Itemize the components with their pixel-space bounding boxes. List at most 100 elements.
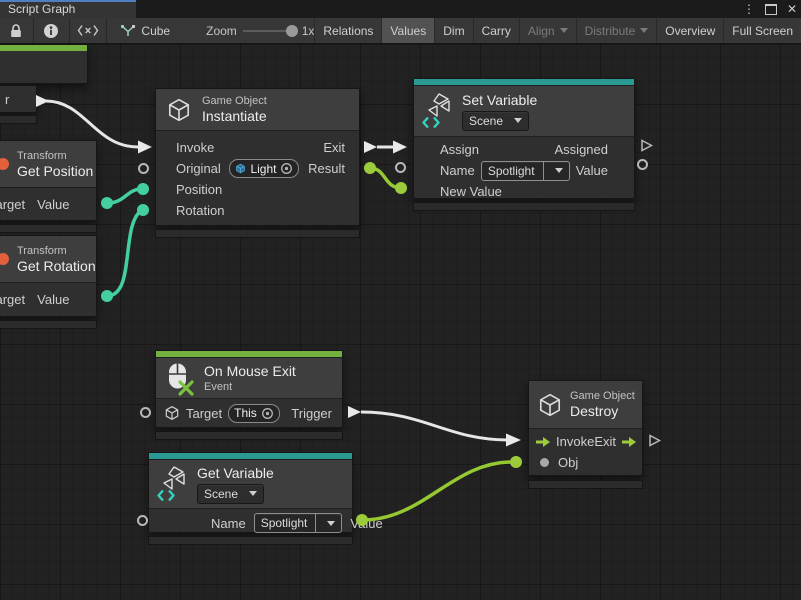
- get-rotation-node[interactable]: Transform Get Rotation Target Value: [0, 235, 97, 317]
- scope-value: Scene: [469, 114, 503, 128]
- get-position-value-port[interactable]: [101, 197, 113, 209]
- window-maximize-icon[interactable]: [765, 4, 777, 15]
- instantiate-node-footer: [155, 229, 360, 238]
- rotation-label: Rotation: [176, 203, 224, 218]
- lock-button[interactable]: [0, 18, 33, 43]
- get-variable-value-port[interactable]: [356, 514, 368, 526]
- code-brackets-icon: [77, 24, 99, 37]
- instantiate-original-port[interactable]: [138, 163, 149, 174]
- target-object-name: This: [234, 406, 257, 420]
- graph-toolbar: Cube Zoom 1x Relations Values Dim Carry …: [0, 18, 801, 44]
- chevron-down-icon: [514, 118, 522, 123]
- new-value-label: New Value: [440, 184, 502, 199]
- exit-label: Exit: [594, 434, 616, 449]
- instantiate-position-port[interactable]: [137, 183, 149, 195]
- overview-button[interactable]: Overview: [656, 18, 723, 43]
- cube-icon: [537, 392, 563, 418]
- get-variable-node[interactable]: Get Variable Scene Name Spotlight Value: [148, 452, 353, 533]
- get-variable-name-port[interactable]: [137, 515, 148, 526]
- original-object-field[interactable]: Light: [229, 159, 299, 178]
- chevron-down-icon: [249, 491, 257, 496]
- destroy-exit-port[interactable]: [647, 433, 662, 448]
- carry-button[interactable]: Carry: [473, 18, 519, 43]
- set-variable-value-port[interactable]: [637, 159, 648, 170]
- on-mouse-exit-node-footer: [155, 431, 343, 440]
- distribute-button[interactable]: Distribute: [576, 18, 657, 43]
- cube-icon: [164, 405, 180, 421]
- info-button[interactable]: [33, 18, 68, 43]
- lock-icon: [9, 23, 23, 39]
- destroy-node-footer: [528, 480, 643, 489]
- get-position-node[interactable]: Transform Get Position Target Value: [0, 140, 97, 221]
- window-close-icon[interactable]: ✕: [787, 0, 797, 18]
- scope-value: Scene: [204, 487, 238, 501]
- get-rotation-value-port[interactable]: [101, 290, 113, 302]
- name-label: Name: [440, 163, 475, 178]
- on-mouse-exit-target-port[interactable]: [140, 407, 151, 418]
- graph-breadcrumb[interactable]: Cube: [106, 18, 178, 43]
- trigger-label: Trigger: [291, 406, 332, 421]
- instantiate-exit-port[interactable]: [364, 141, 377, 153]
- instantiate-rotation-port[interactable]: [137, 204, 149, 216]
- variable-name-value: Spotlight: [261, 516, 308, 530]
- mouse-event-icon: [164, 360, 200, 396]
- obj-label: Obj: [558, 455, 578, 470]
- target-label: Target: [0, 292, 25, 307]
- set-variable-assigned-port[interactable]: [639, 138, 654, 153]
- set-variable-node[interactable]: Set Variable Scene Assign Assigned Name …: [413, 78, 635, 199]
- target-object-field[interactable]: This: [228, 404, 280, 423]
- variable-name-value: Spotlight: [488, 164, 535, 178]
- align-button[interactable]: Align: [519, 18, 576, 43]
- target-label: Target: [186, 406, 222, 421]
- zoom-slider-handle[interactable]: [286, 25, 298, 37]
- graph-canvas[interactable]: r Transform Get Position Target Value: [0, 44, 801, 600]
- exit-label: Exit: [323, 140, 345, 155]
- position-label: Position: [176, 182, 222, 197]
- window-menu-icon[interactable]: ⋮: [743, 0, 755, 18]
- cube-icon: [166, 97, 192, 123]
- variable-scope-dropdown[interactable]: Scene: [462, 111, 529, 131]
- node-category: Game Object: [570, 389, 635, 403]
- relations-button[interactable]: Relations: [314, 18, 381, 43]
- object-picker-icon[interactable]: [261, 407, 274, 420]
- partial-event-node-header[interactable]: [0, 44, 88, 84]
- zoom-slider[interactable]: [243, 30, 296, 32]
- assigned-label: Assigned: [555, 142, 608, 157]
- value-label: Value: [37, 197, 69, 212]
- invoke-label: Invoke: [556, 434, 594, 449]
- node-category: Transform: [17, 244, 96, 258]
- obj-port-icon: [540, 458, 549, 467]
- object-picker-icon[interactable]: [280, 162, 293, 175]
- values-button[interactable]: Values: [381, 18, 434, 43]
- node-title: On Mouse Exit: [204, 363, 296, 380]
- connection-wires: [0, 44, 801, 600]
- code-view-button[interactable]: [69, 18, 106, 43]
- graph-name: Cube: [141, 24, 170, 38]
- set-variable-new-value-port[interactable]: [395, 182, 407, 194]
- value-label: Value: [37, 292, 69, 307]
- name-label: Name: [211, 516, 246, 531]
- original-object-name: Light: [250, 162, 276, 176]
- variable-scope-dropdown[interactable]: Scene: [197, 484, 264, 504]
- flow-arrow-icon: [535, 436, 551, 448]
- tab-script-graph[interactable]: Script Graph: [0, 0, 136, 18]
- instantiate-node[interactable]: Game Object Instantiate Invoke Exit Orig…: [155, 88, 360, 226]
- value-label: Value: [576, 163, 608, 178]
- variable-name-dropdown[interactable]: Spotlight: [254, 513, 343, 533]
- variable-name-dropdown[interactable]: Spotlight: [481, 161, 570, 181]
- result-label: Result: [308, 161, 345, 176]
- variables-icon: [157, 466, 191, 502]
- get-position-node-footer: [0, 224, 97, 233]
- set-variable-name-port[interactable]: [395, 162, 406, 173]
- get-rotation-node-footer: [0, 320, 97, 329]
- partial-event-trigger-port[interactable]: [36, 95, 49, 107]
- fullscreen-button[interactable]: Full Screen: [723, 18, 801, 43]
- destroy-obj-port[interactable]: [510, 456, 522, 468]
- dim-button[interactable]: Dim: [434, 18, 472, 43]
- on-mouse-exit-node[interactable]: On Mouse Exit Event Target This: [155, 350, 343, 428]
- destroy-node[interactable]: Game Object Destroy Invoke Exit: [528, 380, 643, 476]
- original-label: Original: [176, 161, 221, 176]
- instantiate-result-port[interactable]: [364, 162, 376, 174]
- on-mouse-exit-trigger-port[interactable]: [348, 406, 361, 418]
- partial-event-node-body[interactable]: r: [0, 85, 37, 113]
